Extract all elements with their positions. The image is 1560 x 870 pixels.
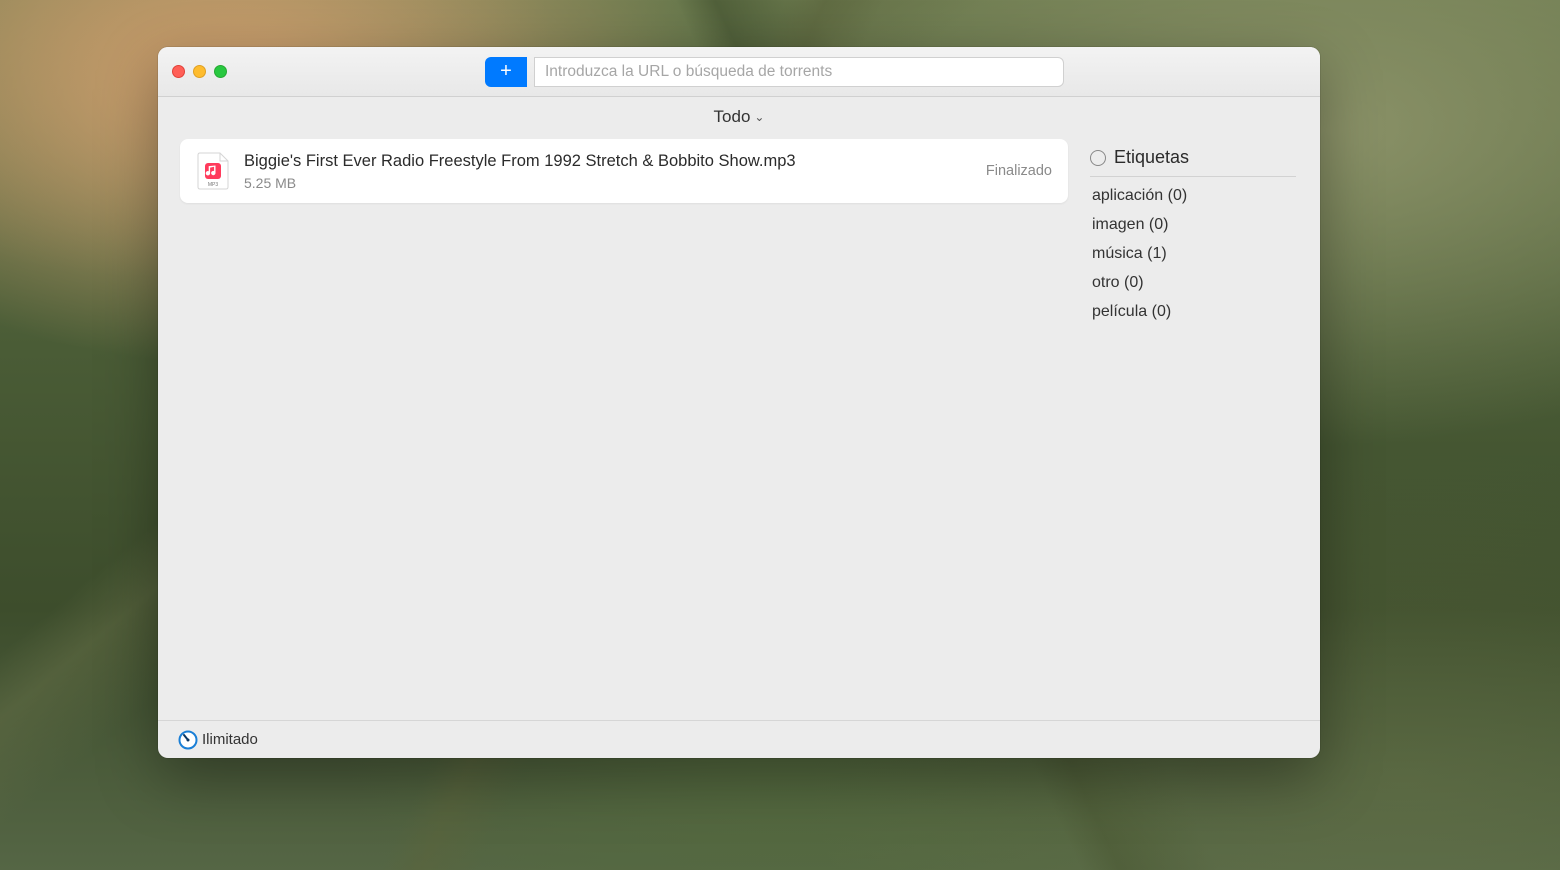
tag-pelicula[interactable]: película (0) — [1092, 303, 1296, 321]
circle-icon — [1090, 150, 1106, 166]
titlebar: + — [158, 47, 1320, 97]
mp3-file-icon: MP3 — [196, 151, 230, 191]
window-controls — [172, 65, 227, 78]
filter-dropdown[interactable]: Todo ⌄ — [158, 97, 1320, 137]
statusbar: Ilimitado — [158, 720, 1320, 758]
tag-imagen[interactable]: imagen (0) — [1092, 216, 1296, 234]
download-item-title: Biggie's First Ever Radio Freestyle From… — [244, 151, 972, 172]
tag-otro[interactable]: otro (0) — [1092, 274, 1296, 292]
tag-aplicacion[interactable]: aplicación (0) — [1092, 187, 1296, 205]
maximize-button[interactable] — [214, 65, 227, 78]
tags-sidebar: Etiquetas aplicación (0) imagen (0) músi… — [1090, 137, 1320, 720]
close-button[interactable] — [172, 65, 185, 78]
add-button[interactable]: + — [485, 57, 527, 87]
sidebar-title: Etiquetas — [1114, 147, 1189, 168]
download-item-status: Finalizado — [986, 163, 1052, 179]
tag-musica[interactable]: música (1) — [1092, 245, 1296, 263]
minimize-button[interactable] — [193, 65, 206, 78]
sidebar-header[interactable]: Etiquetas — [1090, 147, 1296, 177]
app-window: + Todo ⌄ MP3 Biggie's First Ever — [158, 47, 1320, 758]
plus-icon: + — [500, 60, 512, 83]
filter-label: Todo — [714, 107, 751, 127]
search-input[interactable] — [534, 57, 1064, 87]
svg-text:MP3: MP3 — [208, 182, 219, 188]
download-item[interactable]: MP3 Biggie's First Ever Radio Freestyle … — [180, 139, 1068, 203]
speed-limit-label[interactable]: Ilimitado — [202, 731, 258, 748]
chevron-down-icon: ⌄ — [754, 110, 764, 124]
download-item-size: 5.25 MB — [244, 175, 972, 191]
downloads-list: MP3 Biggie's First Ever Radio Freestyle … — [158, 137, 1090, 720]
download-item-info: Biggie's First Ever Radio Freestyle From… — [244, 151, 972, 190]
content-area: MP3 Biggie's First Ever Radio Freestyle … — [158, 137, 1320, 720]
tag-list: aplicación (0) imagen (0) música (1) otr… — [1090, 187, 1296, 321]
speedometer-icon[interactable] — [178, 730, 198, 750]
